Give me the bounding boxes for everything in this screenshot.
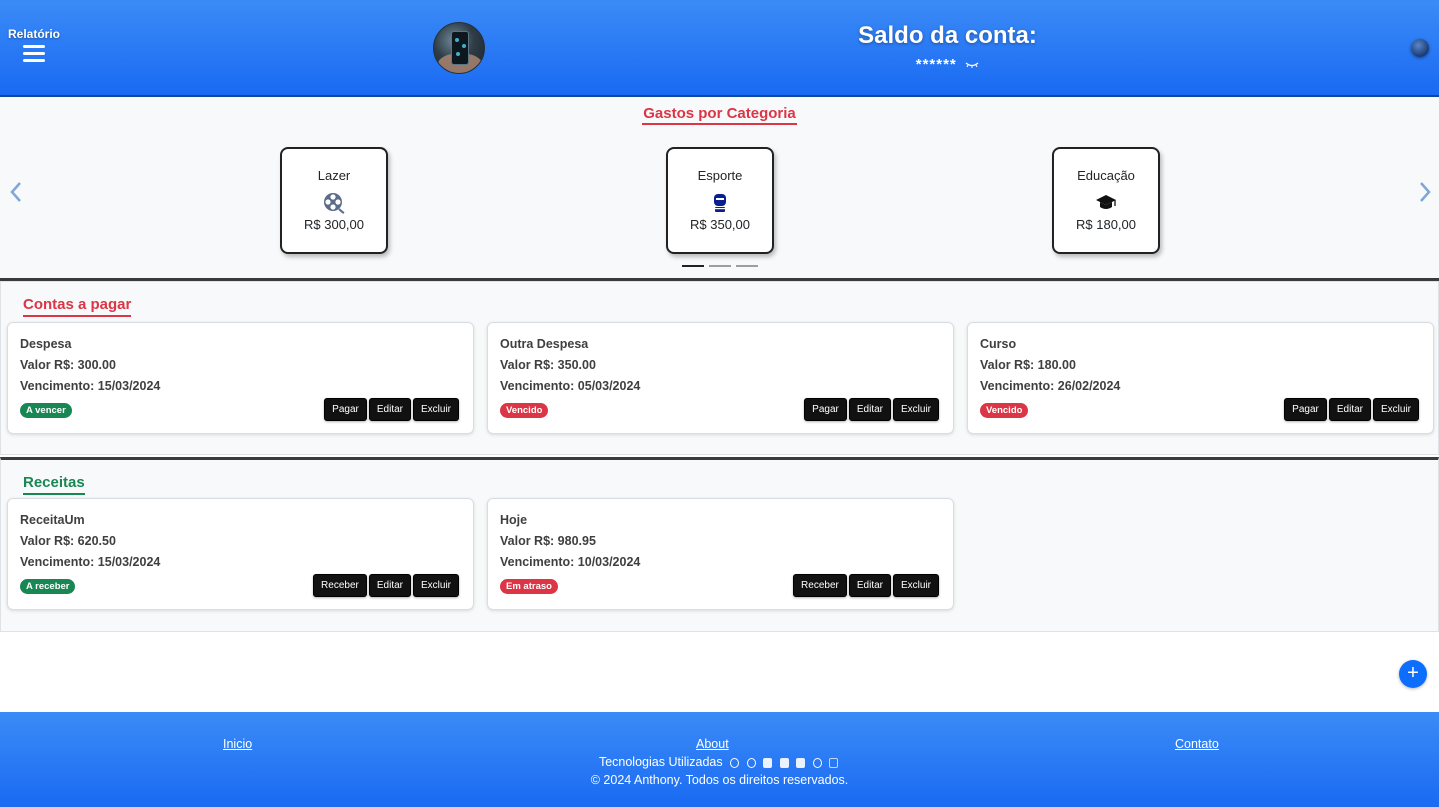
- income-value: Valor R$: 980.95: [500, 534, 596, 548]
- bill-value: Valor R$: 350.00: [500, 358, 596, 372]
- vite-icon: [746, 758, 756, 769]
- status-badge: A vencer: [20, 403, 72, 418]
- status-badge: Em atraso: [500, 579, 558, 594]
- html5-icon: [763, 758, 773, 769]
- bill-value: Valor R$: 180.00: [980, 358, 1076, 372]
- category-section-title: Gastos por Categoria: [642, 105, 797, 125]
- status-badge: Vencido: [980, 403, 1029, 418]
- edit-button[interactable]: Editar: [368, 574, 411, 597]
- tech-stack: Tecnologias Utilizadas: [0, 755, 1439, 770]
- income-card: ReceitaUm Valor R$: 620.50 Vencimento: 1…: [7, 498, 474, 610]
- footer-link-home[interactable]: Inicio: [223, 737, 252, 751]
- category-amount: R$ 180,00: [1076, 217, 1136, 232]
- bill-name: Curso: [980, 337, 1017, 351]
- income-name: ReceitaUm: [20, 513, 85, 527]
- chevron-left-icon[interactable]: [8, 181, 24, 203]
- bill-due-date: Vencimento: 26/02/2024: [980, 379, 1121, 393]
- delete-button[interactable]: Excluir: [892, 574, 939, 597]
- category-carousel: Gastos por Categoria Lazer R$ 300,00 Esp…: [0, 97, 1439, 281]
- carousel-indicator[interactable]: [682, 265, 704, 267]
- eye-closed-icon[interactable]: [965, 61, 979, 69]
- category-card: Lazer R$ 300,00: [280, 147, 388, 254]
- delete-button[interactable]: Excluir: [892, 398, 939, 421]
- status-badge: Vencido: [500, 403, 549, 418]
- income-due-date: Vencimento: 15/03/2024: [20, 555, 161, 569]
- category-name: Esporte: [697, 168, 743, 183]
- carousel-indicator[interactable]: [736, 265, 758, 267]
- pay-button[interactable]: Pagar: [1284, 398, 1327, 421]
- copyright-text: © 2024 Anthony. Todos os direitos reserv…: [590, 773, 849, 787]
- delete-button[interactable]: Excluir: [1372, 398, 1419, 421]
- category-name: Lazer: [317, 168, 351, 183]
- bill-card: Despesa Valor R$: 300.00 Vencimento: 15/…: [7, 322, 474, 434]
- film-reel-icon: [324, 193, 345, 214]
- boxing-glove-icon: [714, 194, 726, 212]
- delete-button[interactable]: Excluir: [412, 574, 459, 597]
- category-amount: R$ 350,00: [690, 217, 750, 232]
- calendar-icon: [829, 758, 839, 769]
- menu-label: Relatório: [8, 27, 61, 41]
- avatar[interactable]: [433, 22, 485, 74]
- balance-title: Saldo da conta:: [858, 22, 1037, 49]
- css3-icon: [779, 758, 789, 769]
- category-name: Educação: [1077, 168, 1135, 183]
- category-card: Esporte R$ 350,00: [666, 147, 774, 254]
- category-amount: R$ 300,00: [304, 217, 364, 232]
- pay-button[interactable]: Pagar: [324, 398, 367, 421]
- income-card: Hoje Valor R$: 980.95 Vencimento: 10/03/…: [487, 498, 954, 610]
- top-navbar: Relatório Saldo da conta: ******: [0, 0, 1439, 97]
- theme-toggle-icon[interactable]: [1411, 39, 1429, 57]
- react-icon: [730, 758, 740, 769]
- edit-button[interactable]: Editar: [848, 398, 891, 421]
- bill-value: Valor R$: 300.00: [20, 358, 116, 372]
- bills-section-title: Contas a pagar: [23, 296, 132, 317]
- receive-button[interactable]: Receber: [313, 574, 367, 597]
- account-balance: Saldo da conta: ******: [820, 22, 1075, 74]
- bill-name: Outra Despesa: [500, 337, 589, 351]
- category-card: Educação R$ 180,00: [1052, 147, 1160, 254]
- bill-card: Outra Despesa Valor R$: 350.00 Venciment…: [487, 322, 954, 434]
- footer: Inicio About Contato Tecnologias Utiliza…: [0, 712, 1439, 807]
- edit-button[interactable]: Editar: [368, 398, 411, 421]
- bill-due-date: Vencimento: 05/03/2024: [500, 379, 641, 393]
- add-button[interactable]: +: [1399, 660, 1427, 688]
- carousel-indicator[interactable]: [709, 265, 731, 267]
- receive-button[interactable]: Receber: [793, 574, 847, 597]
- chevron-right-icon[interactable]: [1417, 181, 1433, 203]
- balance-value: ******: [915, 56, 957, 73]
- footer-link-contact[interactable]: Contato: [1175, 737, 1219, 751]
- bootstrap-icon: [796, 758, 806, 769]
- status-badge: A receber: [20, 579, 76, 594]
- footer-link-about[interactable]: About: [696, 737, 729, 751]
- income-section: Receitas ReceitaUm Valor R$: 620.50 Venc…: [0, 457, 1439, 632]
- bill-due-date: Vencimento: 15/03/2024: [20, 379, 161, 393]
- hamburger-icon[interactable]: [23, 45, 45, 62]
- income-due-date: Vencimento: 10/03/2024: [500, 555, 641, 569]
- graduation-cap-icon: [1096, 195, 1116, 209]
- income-section-title: Receitas: [23, 474, 85, 495]
- bill-card: Curso Valor R$: 180.00 Vencimento: 26/02…: [967, 322, 1434, 434]
- delete-button[interactable]: Excluir: [412, 398, 459, 421]
- bills-section: Contas a pagar Despesa Valor R$: 300.00 …: [0, 281, 1439, 455]
- tech-label: Tecnologias Utilizadas: [598, 755, 723, 769]
- edit-button[interactable]: Editar: [848, 574, 891, 597]
- income-value: Valor R$: 620.50: [20, 534, 116, 548]
- edit-button[interactable]: Editar: [1328, 398, 1371, 421]
- menu-toggle[interactable]: Relatório: [8, 27, 60, 66]
- chart-icon: [812, 758, 822, 769]
- bill-name: Despesa: [20, 337, 72, 351]
- pay-button[interactable]: Pagar: [804, 398, 847, 421]
- income-name: Hoje: [500, 513, 528, 527]
